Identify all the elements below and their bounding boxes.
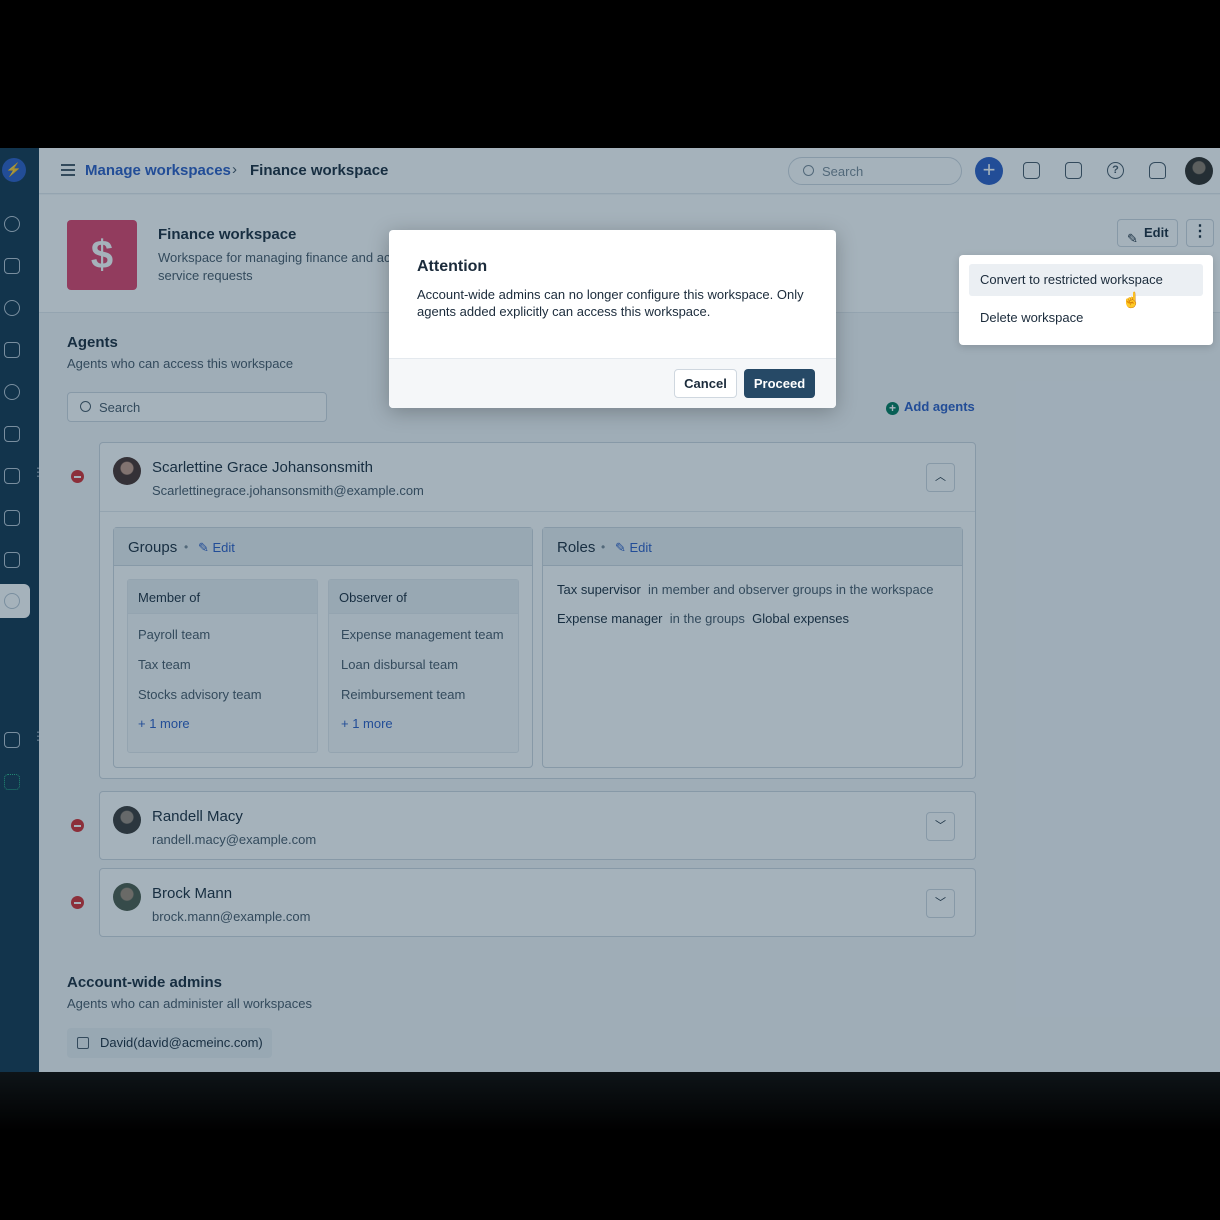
proceed-button[interactable]: Proceed bbox=[744, 369, 815, 398]
app-window: ⚡ ⋮ ⋮ Manage workspaces › Finance worksp… bbox=[0, 148, 1220, 1072]
attention-dialog: Attention Account-wide admins can no lon… bbox=[389, 230, 836, 408]
workspace-options-menu: Convert to restricted workspace Delete w… bbox=[959, 255, 1213, 345]
menu-item-delete-workspace[interactable]: Delete workspace bbox=[969, 302, 1203, 334]
dialog-message: Account-wide admins can no longer config… bbox=[417, 287, 804, 319]
dialog-footer: Cancel Proceed bbox=[389, 358, 836, 408]
menu-item-convert-restricted[interactable]: Convert to restricted workspace bbox=[969, 264, 1203, 296]
pointer-cursor-icon: ☝ bbox=[1122, 292, 1141, 309]
bottom-shadow bbox=[0, 1072, 1220, 1132]
cancel-button[interactable]: Cancel bbox=[674, 369, 737, 398]
dialog-title: Attention bbox=[417, 258, 488, 275]
